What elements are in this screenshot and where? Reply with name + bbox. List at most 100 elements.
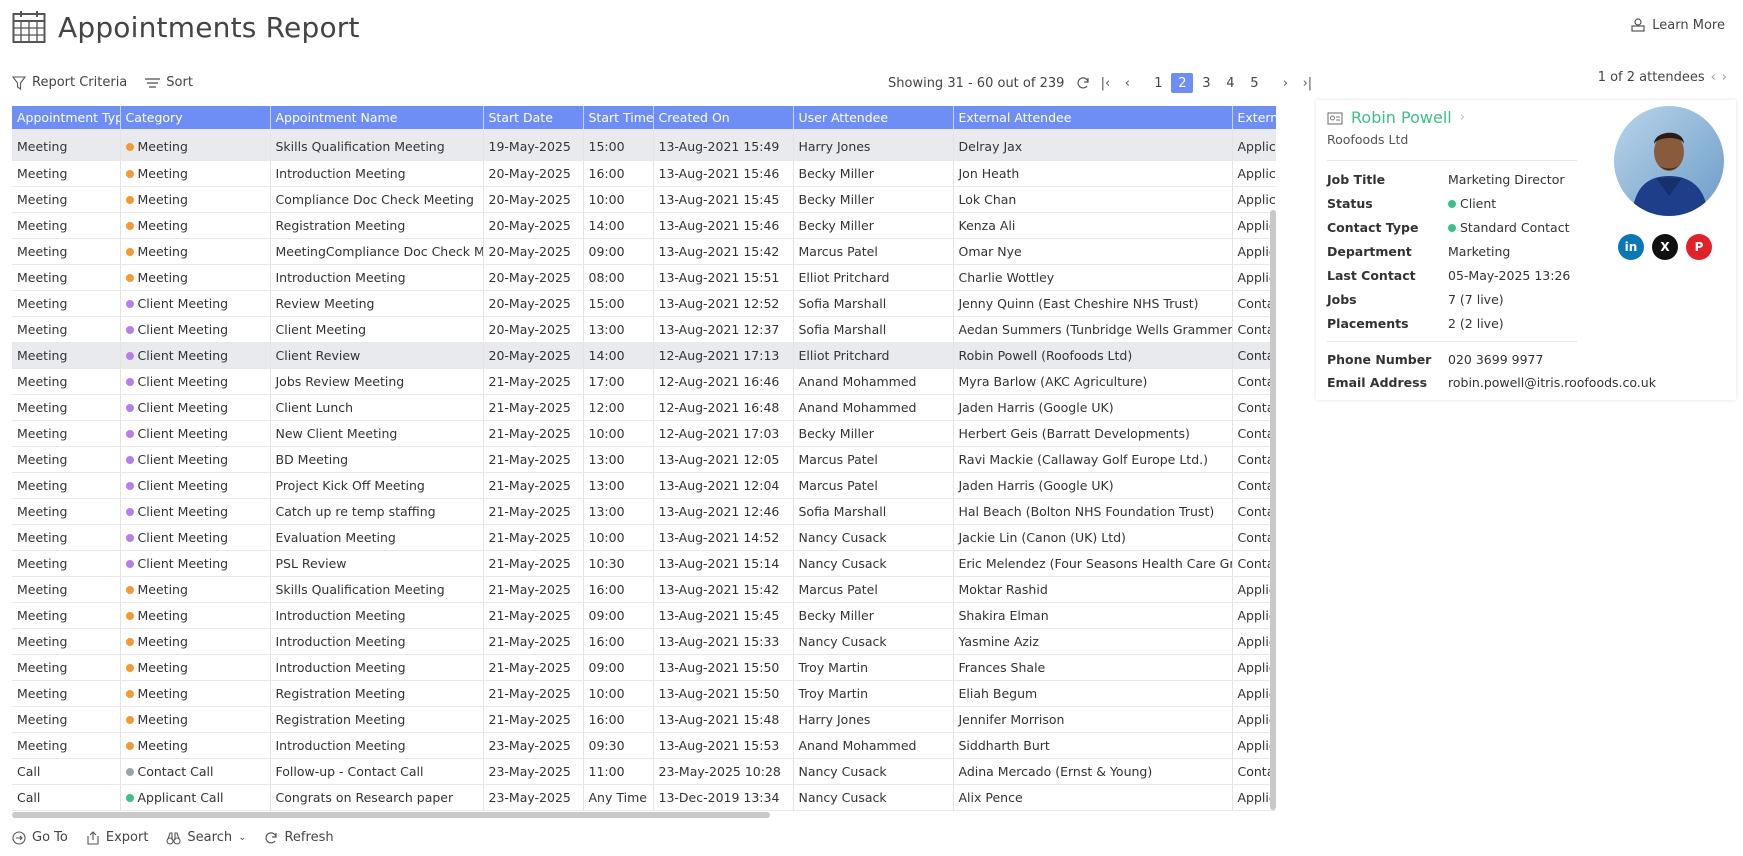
column-header[interactable]: User Attendee — [793, 106, 954, 129]
export-label: Export — [105, 830, 149, 845]
cell-appointment-name: Evaluation Meeting — [270, 524, 484, 551]
prev-attendee-icon[interactable]: ‹ — [1711, 70, 1716, 85]
field-label: Placements — [1327, 316, 1409, 331]
table-row[interactable]: Meeting Meeting Introduction Meeting 21-May… — [12, 654, 1276, 681]
table-row[interactable]: Meeting Client Meeting BD Meeting 21-May-20… — [12, 446, 1276, 473]
table-row[interactable]: Meeting Meeting Skills Qualification Meeti… — [12, 576, 1276, 603]
table-row[interactable]: Meeting Meeting Introduction Meeting 20-May… — [12, 160, 1276, 187]
table-row[interactable]: Meeting Client Meeting Client Lunch 21-May-… — [12, 394, 1276, 421]
table-row[interactable]: Meeting Meeting Registration Meeting 20-May… — [12, 212, 1276, 239]
table-row[interactable]: Meeting Meeting Introduction Meeting 21-May… — [12, 602, 1276, 629]
cell-user-attendee: Sofia Marshall — [793, 498, 954, 525]
table-row[interactable]: Meeting Meeting Skills Qualification Meeti… — [12, 129, 1276, 161]
cell-created-on: 13-Aug-2021 15:50 — [653, 654, 794, 681]
page-1[interactable]: 1 — [1147, 73, 1169, 93]
table-row[interactable]: Call Contact Call Follow-up - Contact Call… — [12, 758, 1276, 785]
table-row[interactable]: Meeting Meeting Introduction Meeting 20-May… — [12, 264, 1276, 291]
linkedin-icon[interactable]: in — [1618, 234, 1644, 260]
cell-start-date: 21-May-2025 — [483, 472, 584, 499]
refresh-button[interactable]: Refresh — [264, 830, 334, 845]
cell-user-attendee: Becky Miller — [793, 602, 954, 629]
table-row[interactable]: Meeting Meeting Compliance Doc Check Meeti… — [12, 186, 1276, 213]
table-row[interactable]: Meeting Client Meeting Client Meeting 20-Ma… — [12, 316, 1276, 343]
column-header[interactable]: Externa — [1232, 106, 1276, 129]
category-dot — [125, 169, 134, 178]
field-email: Email Address robin.powell@itris.roofood… — [1327, 375, 1656, 390]
table-row[interactable]: Meeting Client Meeting PSL Review 21-May-20… — [12, 550, 1276, 577]
column-header[interactable]: Appointment Type — [12, 106, 121, 129]
sort-button[interactable]: Sort — [145, 75, 193, 90]
field-jobs: Jobs 7 (7 live) — [1327, 292, 1504, 307]
table-row[interactable]: Meeting Client Meeting Review Meeting 20-Ma… — [12, 290, 1276, 317]
cell-start-date: 20-May-2025 — [483, 186, 584, 213]
export-button[interactable]: Export — [86, 830, 149, 845]
phone-value[interactable]: 020 3699 9977 — [1448, 352, 1543, 367]
learn-more-link[interactable]: Learn More — [1630, 17, 1725, 33]
goto-button[interactable]: Go To — [12, 830, 68, 845]
cell-appointment-name: Introduction Meeting — [270, 602, 484, 629]
cell-appointment-type: Meeting — [12, 129, 121, 161]
cell-user-attendee: Sofia Marshall — [793, 316, 954, 343]
cell-appointment-name: Introduction Meeting — [270, 264, 484, 291]
cell-user-attendee: Marcus Patel — [793, 446, 954, 473]
table-row[interactable]: Meeting Meeting Registration Meeting 21-May… — [12, 706, 1276, 733]
page-2[interactable]: 2 — [1171, 73, 1194, 93]
table-row[interactable]: Meeting Client Meeting Jobs Review Meeting… — [12, 368, 1276, 395]
cell-start-time: 11:00 — [583, 758, 654, 785]
table-row[interactable]: Meeting Meeting MeetingCompliance Doc Chec… — [12, 238, 1276, 265]
field-phone: Phone Number 020 3699 9977 — [1327, 352, 1543, 367]
vertical-scrollbar[interactable] — [1270, 210, 1276, 810]
cell-appointment-type: Meeting — [12, 238, 121, 265]
contact-name-row[interactable]: Robin Powell › — [1327, 108, 1465, 127]
page-4[interactable]: 4 — [1219, 73, 1241, 93]
cell-start-time: 14:00 — [583, 342, 654, 369]
table-row[interactable]: Meeting Client Meeting New Client Meeting 2… — [12, 420, 1276, 447]
cell-created-on: 13-Aug-2021 15:46 — [653, 212, 794, 239]
cell-start-time: 15:00 — [583, 129, 654, 161]
cell-appointment-name: PSL Review — [270, 550, 484, 577]
horizontal-scrollbar[interactable] — [12, 812, 770, 818]
field-contact-type: Contact Type Standard Contact — [1327, 220, 1569, 235]
column-header[interactable]: Start Time — [583, 106, 654, 129]
next-attendee-icon[interactable]: › — [1722, 70, 1727, 85]
cell-category: Meeting — [120, 654, 271, 681]
cell-start-date: 21-May-2025 — [483, 446, 584, 473]
pinterest-icon[interactable]: P — [1686, 234, 1712, 260]
field-value: Marketing Director — [1448, 172, 1565, 187]
avatar — [1614, 106, 1724, 216]
column-header[interactable]: Created On — [653, 106, 794, 129]
column-header[interactable]: Start Date — [483, 106, 584, 129]
table-row[interactable]: Meeting Meeting Introduction Meeting 21-May… — [12, 628, 1276, 655]
category-label: Meeting — [137, 165, 188, 181]
column-header[interactable]: Category — [120, 106, 271, 129]
x-icon[interactable]: X — [1652, 234, 1678, 260]
column-header[interactable]: External Attendee — [953, 106, 1233, 129]
last-page-icon[interactable]: ›| — [1296, 73, 1318, 93]
refresh-icon[interactable] — [1072, 73, 1094, 93]
search-button[interactable]: Search ⌄ — [166, 830, 246, 845]
cell-appointment-type: Meeting — [12, 524, 121, 551]
page-3[interactable]: 3 — [1195, 73, 1217, 93]
email-value[interactable]: robin.powell@itris.roofoods.co.uk — [1448, 375, 1656, 390]
category-dot — [125, 481, 134, 490]
table-row[interactable]: Meeting Meeting Registration Meeting 21-May… — [12, 680, 1276, 707]
cell-category: Meeting — [120, 576, 271, 603]
cell-created-on: 13-Aug-2021 14:52 — [653, 524, 794, 551]
first-page-icon[interactable]: |‹ — [1094, 73, 1116, 93]
cell-start-time: Any Time — [583, 784, 654, 811]
chevron-down-icon: ⌄ — [238, 832, 247, 843]
divider — [1327, 341, 1577, 342]
report-criteria-button[interactable]: Report Criteria — [12, 75, 127, 90]
prev-page-icon[interactable]: ‹ — [1116, 73, 1138, 93]
contact-name[interactable]: Robin Powell — [1351, 108, 1452, 127]
table-row[interactable]: Call Applicant Call Congrats on Research p… — [12, 784, 1276, 811]
table-row[interactable]: Meeting Client Meeting Project Kick Off Me… — [12, 472, 1276, 499]
table-row[interactable]: Meeting Client Meeting Client Review 20-May… — [12, 342, 1276, 369]
table-row[interactable]: Meeting Meeting Introduction Meeting 23-May… — [12, 732, 1276, 759]
table-row[interactable]: Meeting Client Meeting Catch up re temp st… — [12, 498, 1276, 525]
table-row[interactable]: Meeting Client Meeting Evaluation Meeting 2… — [12, 524, 1276, 551]
next-page-icon[interactable]: › — [1274, 73, 1296, 93]
column-header[interactable]: Appointment Name — [270, 106, 484, 129]
field-value: 7 (7 live) — [1448, 292, 1504, 307]
page-5[interactable]: 5 — [1243, 73, 1265, 93]
